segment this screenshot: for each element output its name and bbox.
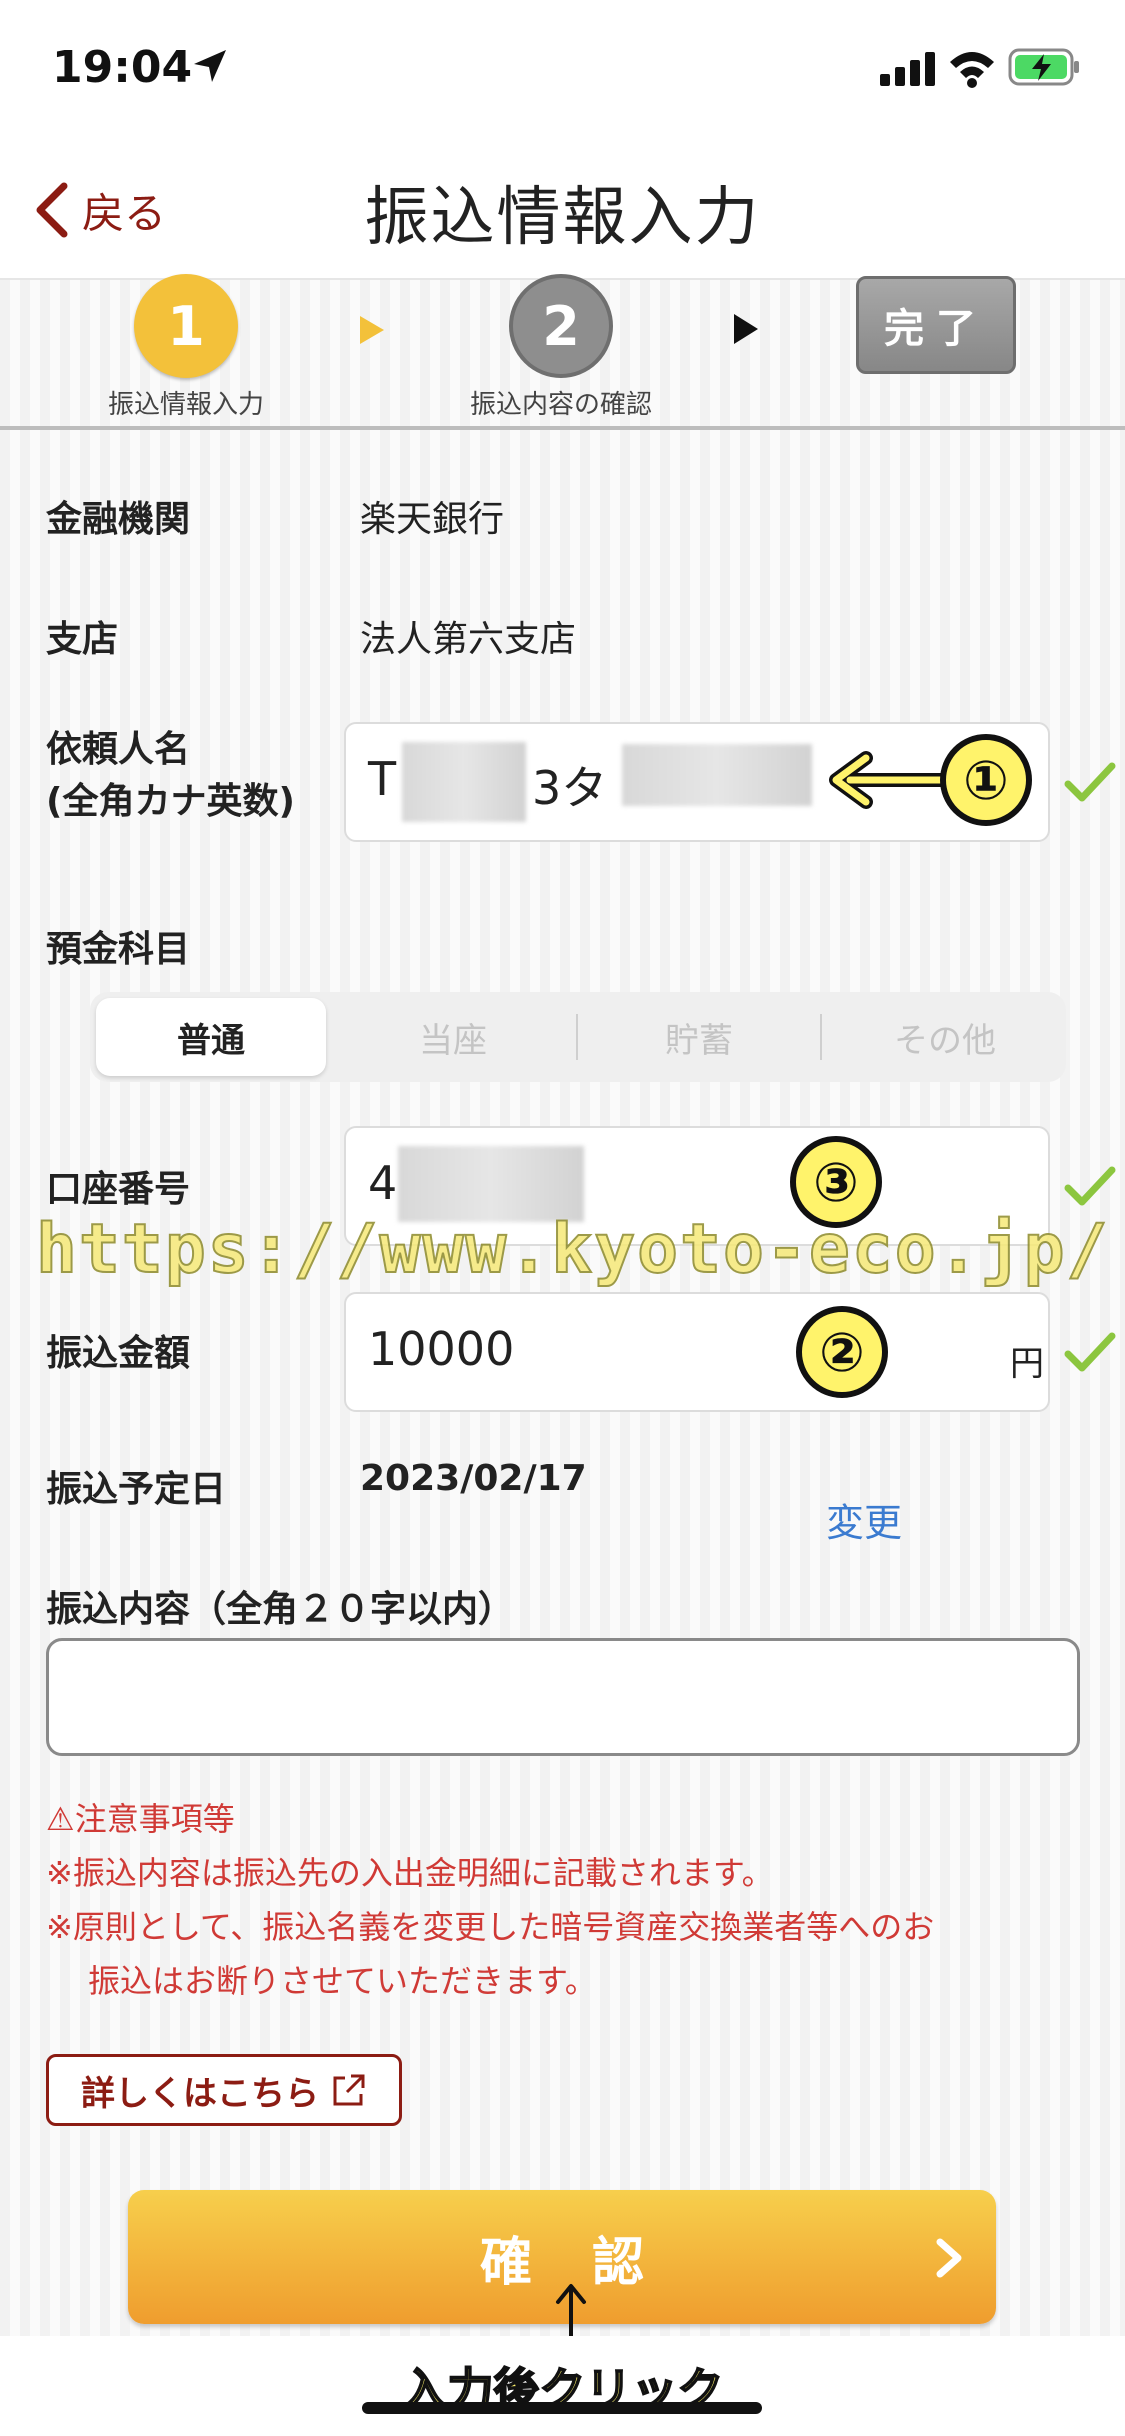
redacted-text: [622, 744, 812, 806]
transfer-memo-input[interactable]: [46, 1638, 1080, 1756]
external-link-icon: [333, 2074, 365, 2106]
account-type-label: 預金科目: [46, 929, 191, 970]
wifi-icon: [950, 52, 994, 88]
notice-line: 振込はお断りさせていただきます。: [88, 1962, 597, 2000]
home-indicator: [362, 2402, 762, 2414]
account-type-selector: 普通 当座 貯蓄 その他: [90, 992, 1066, 1082]
account-number-label: 口座番号: [46, 1169, 191, 1210]
requester-name-label: 依頼人名 (全角カナ英数): [46, 724, 295, 828]
step-arrow-icon: [360, 316, 384, 344]
requester-name-label-line1: 依頼人名: [46, 729, 191, 770]
step-2-label: 振込内容の確認: [469, 390, 652, 420]
details-button-label: 詳しくはこちら: [81, 2073, 319, 2114]
cellular-signal-icon: [880, 52, 935, 86]
account-type-other[interactable]: その他: [830, 998, 1060, 1076]
watermark: https://www.kyoto-eco.jp/: [35, 1209, 1110, 1290]
checkmark-icon: [1064, 1332, 1116, 1372]
page-title: 振込情報入力: [364, 181, 761, 255]
confirm-button-label: 確認: [479, 2232, 704, 2293]
segment-divider: [576, 1014, 578, 1060]
notice-line: ※原則として、振込名義を変更した暗号資産交換業者等へのお: [46, 1908, 935, 1946]
transfer-form: 1 振込情報入力 2 振込内容の確認 完了 金融機関 楽天銀行 支店 法人第六支…: [0, 274, 1125, 2336]
battery-charging-icon: [1008, 48, 1079, 86]
account-type-ordinary[interactable]: 普通: [96, 998, 326, 1076]
navigation-bar: 戻る 振込情報入力: [0, 140, 1125, 280]
redacted-text: [402, 742, 526, 822]
notice-title: ⚠注意事項等: [46, 1800, 235, 1838]
amount-unit: 円: [1010, 1344, 1044, 1384]
transfer-date-value: 2023/02/17: [360, 1458, 587, 1499]
transfer-memo-label: 振込内容（全角２０字以内）: [46, 1589, 515, 1630]
step-complete-indicator: 完了: [856, 276, 1016, 374]
location-arrow-icon: [194, 50, 226, 82]
bank-label: 金融機関: [46, 499, 191, 540]
account-type-savings[interactable]: 貯蓄: [584, 998, 814, 1076]
status-time: 19:04: [52, 42, 193, 93]
account-type-checking[interactable]: 当座: [338, 998, 568, 1076]
branch-value: 法人第六支店: [360, 619, 577, 660]
segment-divider: [820, 1014, 822, 1060]
notice-line: ※振込内容は振込先の入出金明細に記載されます。: [46, 1854, 774, 1892]
bank-value: 楽天銀行: [360, 499, 505, 540]
amount-input[interactable]: 10000: [344, 1292, 1050, 1412]
progress-steps: 1 振込情報入力 2 振込内容の確認 完了: [0, 274, 1125, 430]
requester-name-label-line2: (全角カナ英数): [46, 781, 295, 822]
requester-name-value-a: T: [368, 752, 397, 806]
annotation-marker-2: ②: [796, 1306, 888, 1398]
step-1-label: 振込情報入力: [107, 390, 264, 420]
step-2-indicator: 2: [509, 274, 613, 378]
transfer-date-label: 振込予定日: [46, 1469, 227, 1510]
step-arrow-icon: [734, 314, 758, 344]
branch-label: 支店: [46, 619, 119, 660]
status-bar: 19:04: [0, 0, 1125, 140]
amount-label: 振込金額: [46, 1333, 191, 1374]
details-button[interactable]: 詳しくはこちら: [46, 2054, 402, 2126]
account-number-value: 4: [368, 1156, 398, 1210]
annotation-arrow-icon: [829, 751, 946, 809]
annotation-up-arrow-icon: [556, 2284, 586, 2340]
change-date-link[interactable]: 変更: [826, 1492, 902, 1547]
chevron-right-icon: [936, 2238, 962, 2278]
checkmark-icon: [1064, 762, 1116, 802]
annotation-marker-1: ①: [940, 734, 1032, 826]
requester-name-value-b: 3タ: [532, 761, 608, 815]
step-1-indicator: 1: [134, 274, 238, 378]
amount-value: 10000: [368, 1322, 515, 1376]
checkmark-icon: [1064, 1166, 1116, 1206]
